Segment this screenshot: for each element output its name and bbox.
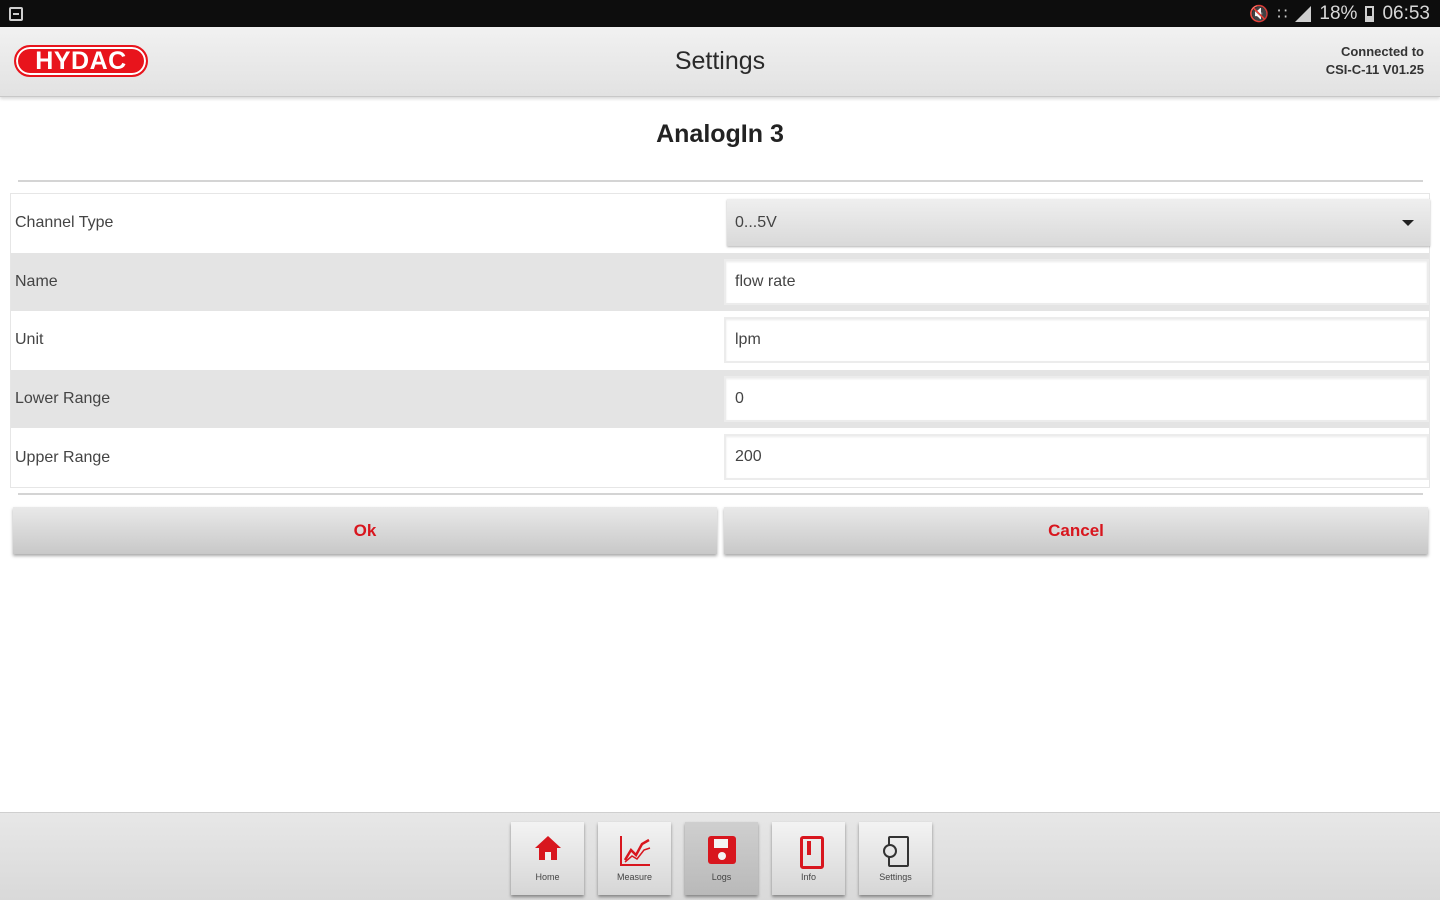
clock: 06:53 — [1382, 3, 1430, 24]
status-bar: 🔇 ∷ 18% 06:53 — [0, 0, 1440, 27]
battery-icon — [1365, 6, 1375, 22]
cancel-button[interactable]: Cancel — [724, 507, 1428, 554]
lower-range-input[interactable]: 0 — [724, 375, 1429, 422]
ok-button[interactable]: Ok — [13, 507, 717, 554]
page-title: AnalogIn 3 — [656, 120, 784, 148]
row-lower-range: Lower Range 0 — [11, 369, 1429, 429]
divider-top — [18, 180, 1423, 182]
settings-form: Channel Type 0...5V Name flow rate Unit … — [10, 193, 1430, 488]
upper-range-input[interactable]: 200 — [724, 434, 1429, 481]
unit-label: Unit — [15, 331, 44, 349]
connection-line-2: CSI-C-11 V01.25 — [1325, 62, 1424, 77]
upper-range-label: Upper Range — [15, 448, 111, 466]
nav-logs[interactable]: Logs — [685, 822, 758, 895]
bottom-nav: Home Measure Logs Info Settings — [0, 812, 1440, 900]
connection-status: Connected to CSI-C-11 V01.25 — [1326, 43, 1424, 79]
name-label: Name — [15, 272, 58, 290]
chart-icon — [619, 836, 650, 866]
nav-measure[interactable]: Measure — [598, 822, 671, 895]
notification-icon — [9, 7, 23, 21]
nav-settings[interactable]: Settings — [859, 822, 932, 895]
nav-measure-label: Measure — [616, 872, 652, 882]
app-header: HYDAC Settings Connected to CSI-C-11 V01… — [0, 27, 1440, 97]
nav-home[interactable]: Home — [511, 822, 584, 895]
lower-range-label: Lower Range — [15, 390, 111, 408]
wifi-icon: ∷ — [1277, 6, 1288, 23]
home-icon — [533, 836, 563, 866]
header-title-text: Settings — [674, 47, 766, 75]
signal-icon — [1295, 6, 1312, 22]
row-unit: Unit lpm — [11, 311, 1429, 370]
divider-bottom — [18, 493, 1423, 495]
row-upper-range: Upper Range 200 — [11, 428, 1429, 487]
channel-type-label: Channel Type — [15, 214, 114, 232]
row-name: Name flow rate — [11, 252, 1429, 312]
channel-type-value: 0...5V — [735, 213, 777, 231]
save-icon — [707, 836, 737, 866]
nav-info[interactable]: Info — [772, 822, 845, 895]
info-icon — [794, 836, 824, 869]
nav-home-label: Home — [535, 872, 560, 882]
nav-info-label: Info — [800, 872, 816, 882]
row-channel-type: Channel Type 0...5V — [11, 194, 1430, 253]
name-input[interactable]: flow rate — [724, 258, 1429, 305]
nav-logs-label: Logs — [711, 872, 732, 882]
connection-line-1: Connected to — [1340, 44, 1424, 59]
settings-icon — [881, 836, 911, 867]
status-icons: 🔇 ∷ 18% 06:53 — [1249, 3, 1430, 25]
mute-icon: 🔇 — [1249, 6, 1270, 23]
channel-type-select[interactable]: 0...5V — [727, 199, 1430, 246]
header-title: Settings — [0, 47, 1440, 76]
battery-percent: 18% — [1319, 3, 1358, 24]
nav-settings-label: Settings — [879, 872, 912, 882]
dropdown-arrow-icon — [1402, 220, 1414, 226]
unit-input[interactable]: lpm — [724, 317, 1429, 364]
